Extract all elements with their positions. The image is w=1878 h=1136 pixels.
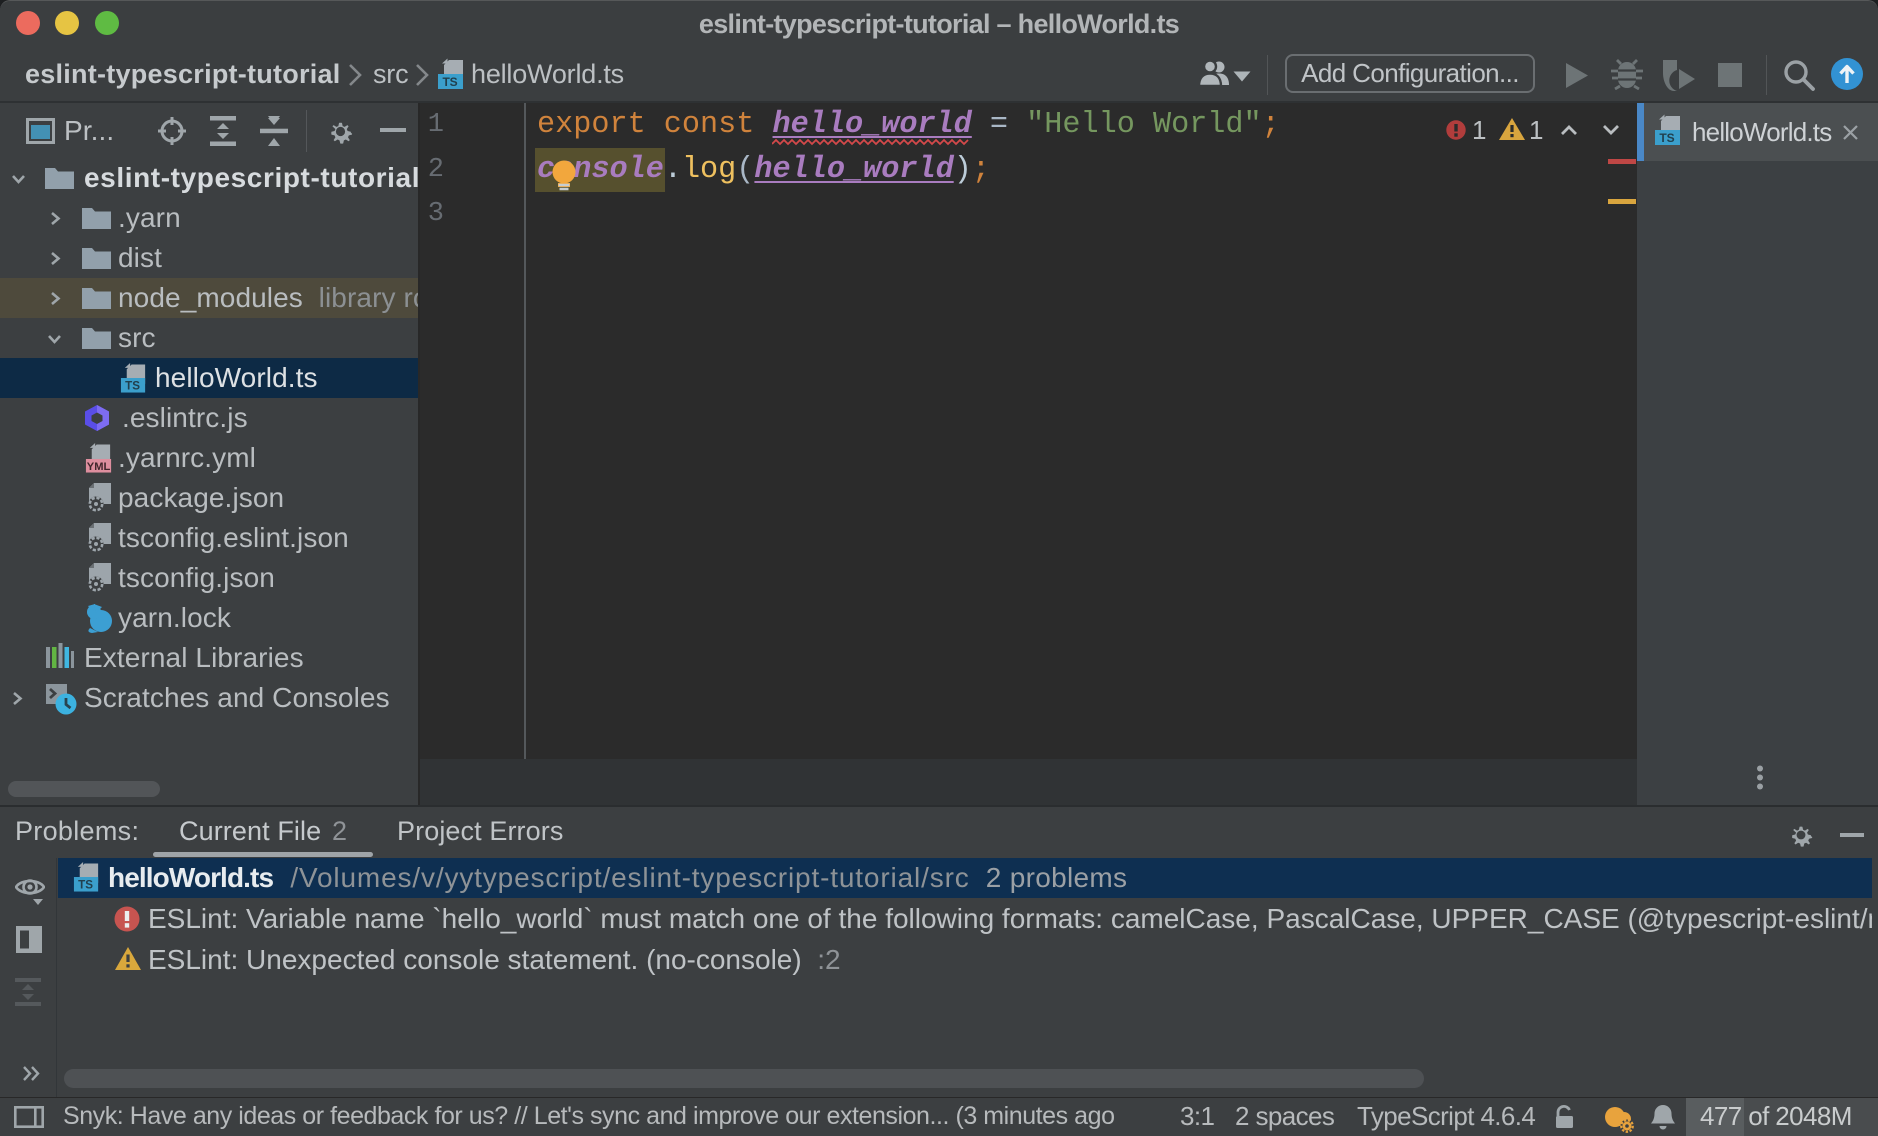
svg-text:TS: TS: [1659, 131, 1674, 145]
svg-text:YML: YML: [87, 461, 111, 473]
svg-text:TS: TS: [78, 879, 93, 892]
svg-text:TS: TS: [125, 380, 140, 393]
svg-text:TS: TS: [443, 75, 458, 89]
